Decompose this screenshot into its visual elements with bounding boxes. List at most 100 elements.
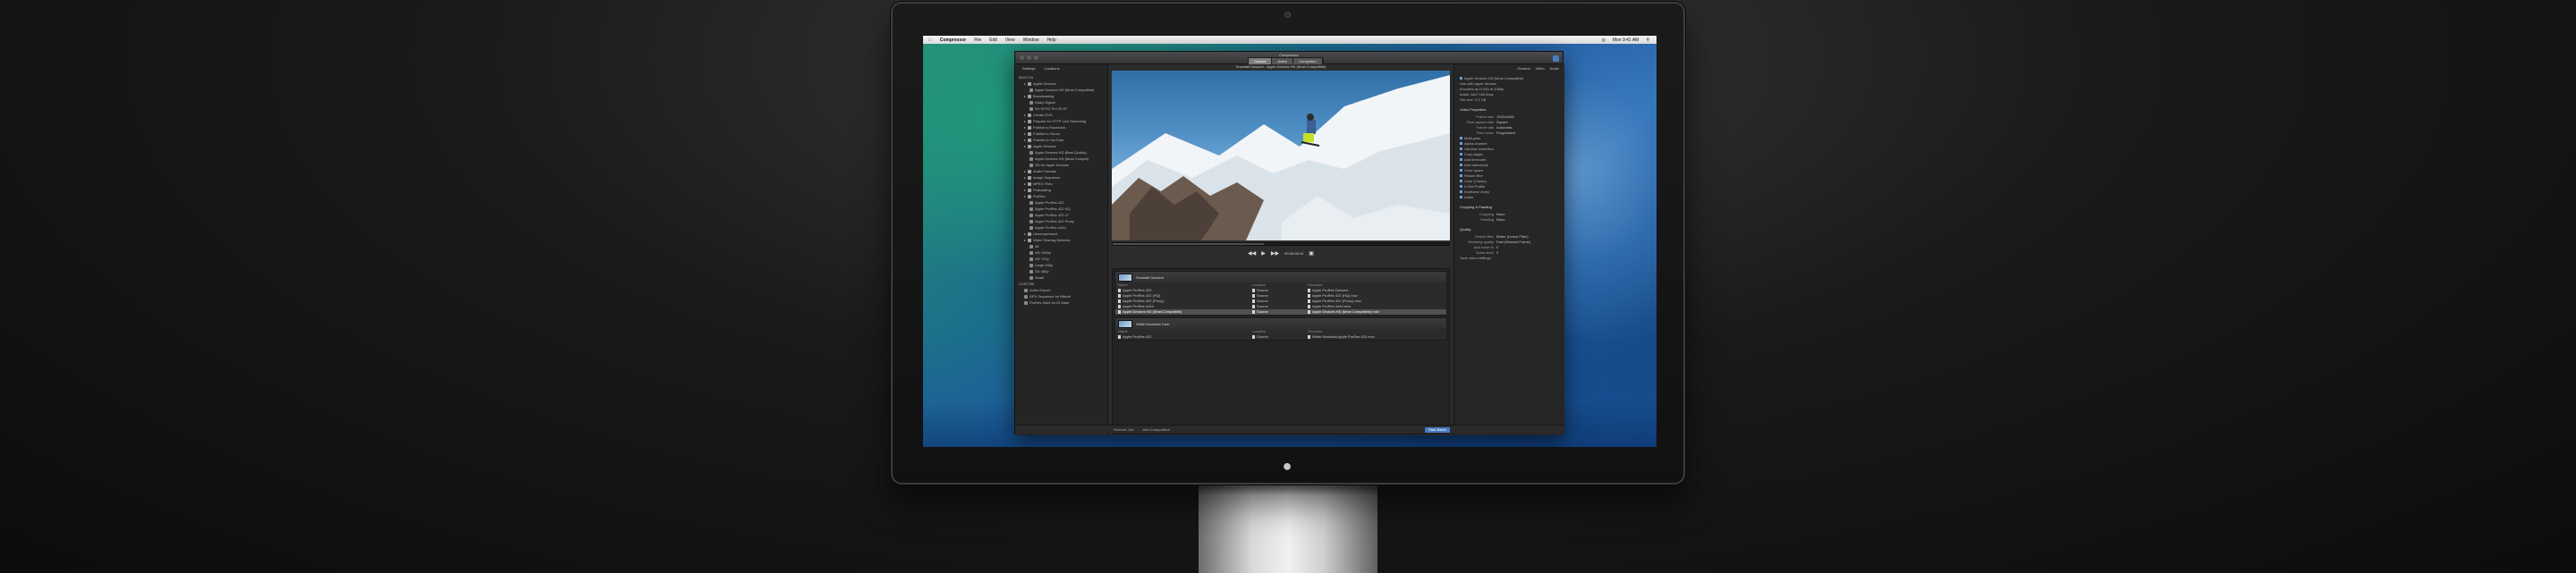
sidebar-setting[interactable]: DV NTSC Pro 29.97 bbox=[1019, 105, 1104, 112]
checkbox-icon[interactable] bbox=[1460, 157, 1462, 161]
rewind-icon[interactable]: ◀◀ bbox=[1248, 250, 1256, 257]
sidebar-folder[interactable]: Publish to Facebook bbox=[1019, 124, 1104, 131]
video-option[interactable]: Audio bbox=[1460, 194, 1559, 199]
disclosure-triangle-icon[interactable] bbox=[1024, 182, 1026, 185]
sidebar-folder[interactable]: Audio Formats bbox=[1019, 168, 1104, 174]
disclosure-triangle-icon[interactable] bbox=[1024, 95, 1026, 97]
checkbox-icon[interactable] bbox=[1460, 184, 1462, 188]
sidebar-folder[interactable]: Publish to YouTube bbox=[1019, 137, 1104, 143]
checkbox-icon[interactable] bbox=[1460, 173, 1462, 177]
sidebar-folder[interactable]: Apple Devices bbox=[1019, 80, 1104, 87]
sidebar-folder[interactable]: MPEG Files bbox=[1019, 181, 1104, 187]
mode-active[interactable]: Active bbox=[1272, 58, 1294, 64]
wifi-icon[interactable]: ◎ bbox=[1601, 38, 1605, 43]
property-value[interactable]: 0 bbox=[1496, 250, 1498, 255]
menu-help[interactable]: Help bbox=[1046, 38, 1055, 43]
disclosure-triangle-icon[interactable] bbox=[1024, 195, 1026, 198]
sidebar-folder[interactable]: Podcasting bbox=[1019, 187, 1104, 193]
tab-locations[interactable]: Locations bbox=[1044, 66, 1059, 71]
disclosure-triangle-icon[interactable] bbox=[1024, 132, 1026, 135]
property-value[interactable]: Progressive bbox=[1496, 131, 1515, 135]
property-value[interactable]: Square bbox=[1496, 120, 1508, 124]
menu-file[interactable]: File bbox=[974, 38, 981, 43]
disclosure-triangle-icon[interactable] bbox=[1024, 170, 1026, 173]
checkbox-icon[interactable] bbox=[1460, 147, 1462, 150]
mode-current[interactable]: Current bbox=[1249, 58, 1273, 64]
sidebar-setting[interactable]: Dolby Digital bbox=[1019, 99, 1104, 105]
tab-general[interactable]: General bbox=[1517, 66, 1530, 71]
disclosure-triangle-icon[interactable] bbox=[1024, 176, 1026, 179]
sidebar-setting[interactable]: Large 540p bbox=[1019, 262, 1104, 268]
tab-audio[interactable]: Audio bbox=[1550, 66, 1559, 71]
sidebar-setting[interactable]: Apple ProRes 422 bbox=[1019, 199, 1104, 206]
sidebar-folder[interactable]: Broadcasting bbox=[1019, 93, 1104, 99]
sidebar-setting[interactable]: Apple ProRes 422 Proxy bbox=[1019, 218, 1104, 224]
start-batch-button[interactable]: Start Batch bbox=[1425, 427, 1450, 433]
sidebar-group[interactable]: BUILT-IN bbox=[1019, 74, 1104, 80]
sidebar-setting[interactable]: Apple Devices HD (Most Compat) bbox=[1019, 156, 1104, 162]
property-value[interactable]: None bbox=[1496, 217, 1505, 222]
disclosure-triangle-icon[interactable] bbox=[1024, 120, 1026, 122]
sidebar-setting[interactable]: 4K bbox=[1019, 243, 1104, 249]
sidebar-setting[interactable]: HD 1080p bbox=[1019, 249, 1104, 256]
menu-edit[interactable]: Edit bbox=[989, 38, 997, 43]
property-value[interactable]: 0 bbox=[1496, 245, 1498, 249]
menu-window[interactable]: Window bbox=[1023, 38, 1039, 43]
checkbox-icon[interactable] bbox=[1460, 195, 1462, 198]
sidebar-setting[interactable]: Apple ProRes 422 LT bbox=[1019, 212, 1104, 218]
disclosure-triangle-icon[interactable] bbox=[1024, 189, 1026, 191]
property-value[interactable]: Automatic bbox=[1496, 125, 1513, 130]
sidebar-folder[interactable]: Publish to Vimeo bbox=[1019, 131, 1104, 137]
play-icon[interactable]: ▶ bbox=[1261, 250, 1266, 257]
sidebar-setting[interactable]: DPX Sequence for Mitsuh bbox=[1019, 293, 1104, 299]
forward-icon[interactable]: ▶▶ bbox=[1271, 250, 1279, 257]
disclosure-triangle-icon[interactable] bbox=[1024, 232, 1026, 235]
disclosure-triangle-icon[interactable] bbox=[1024, 239, 1026, 241]
sidebar-setting[interactable]: Small bbox=[1019, 274, 1104, 281]
property-value[interactable]: Better (Linear Filter) bbox=[1496, 234, 1529, 239]
sidebar-setting[interactable]: Apple ProRes 4444 bbox=[1019, 224, 1104, 231]
property-value[interactable]: 1920x1080 bbox=[1496, 114, 1514, 119]
sidebar-setting[interactable]: HD 720p bbox=[1019, 256, 1104, 262]
output-row[interactable]: Apple ProRes 422 Source White Mountain App… bbox=[1115, 334, 1446, 340]
checkbox-icon[interactable] bbox=[1460, 179, 1462, 182]
checkbox-icon[interactable] bbox=[1460, 152, 1462, 156]
property-value[interactable]: Fast (Nearest Frame) bbox=[1496, 240, 1530, 244]
save-settings-button[interactable]: Save video settings bbox=[1460, 255, 1559, 260]
disclosure-triangle-icon[interactable] bbox=[1024, 114, 1026, 116]
output-row[interactable]: Apple Devices HD (Most Compatible) Source… bbox=[1115, 309, 1446, 315]
sidebar-setting[interactable]: ProRes 4444 for DI Mast bbox=[1019, 299, 1104, 306]
tab-video[interactable]: Video bbox=[1536, 66, 1545, 71]
checkbox-icon[interactable] bbox=[1460, 163, 1462, 166]
disclosure-triangle-icon[interactable] bbox=[1024, 139, 1026, 141]
menu-view[interactable]: View bbox=[1005, 38, 1015, 43]
sidebar-setting[interactable]: Audio Export bbox=[1019, 287, 1104, 293]
remove-job-button[interactable]: Remove Job bbox=[1114, 427, 1133, 432]
sidebar-setting[interactable]: Apple ProRes 422 HQ bbox=[1019, 206, 1104, 212]
sidebar-folder[interactable]: Prepare for HTTP Live Streaming bbox=[1019, 118, 1104, 124]
sidebar-folder[interactable]: Image Sequence bbox=[1019, 174, 1104, 181]
property-value[interactable]: None bbox=[1496, 212, 1505, 216]
sidebar-setting[interactable]: Apple Devices HD (Best Quality) bbox=[1019, 149, 1104, 156]
timeline-scrubber[interactable] bbox=[1112, 242, 1450, 246]
checkbox-icon[interactable] bbox=[1460, 141, 1462, 145]
sidebar-folder[interactable]: Video Sharing Services bbox=[1019, 237, 1104, 243]
batch-job[interactable]: Snowfall Descent Name Location Filename Appl… bbox=[1114, 271, 1447, 316]
batch-job[interactable]: White Mountain Cam Name Location Filename Ap… bbox=[1114, 317, 1447, 341]
inspector-toggle-button[interactable] bbox=[1553, 55, 1559, 62]
sidebar-setting[interactable]: SD for Apple Devices bbox=[1019, 162, 1104, 168]
sidebar-folder[interactable]: Create DVD bbox=[1019, 112, 1104, 118]
disclosure-triangle-icon[interactable] bbox=[1024, 126, 1026, 129]
fullscreen-icon[interactable]: ▣ bbox=[1309, 250, 1314, 257]
add-composition-button[interactable]: Add Composition bbox=[1142, 427, 1169, 432]
disclosure-triangle-icon[interactable] bbox=[1024, 82, 1026, 85]
checkbox-icon[interactable] bbox=[1460, 190, 1462, 193]
sidebar-folder[interactable]: Uncompressed bbox=[1019, 231, 1104, 237]
apple-menu-icon[interactable]:  bbox=[928, 38, 932, 43]
disclosure-triangle-icon[interactable] bbox=[1024, 145, 1026, 147]
sidebar-setting[interactable]: SD 480p bbox=[1019, 268, 1104, 274]
sidebar-setting[interactable]: Apple Devices HD (Most Compatible) bbox=[1019, 87, 1104, 93]
checkbox-icon[interactable] bbox=[1460, 168, 1462, 172]
clock[interactable]: Mon 9:41 AM bbox=[1613, 38, 1639, 43]
mode-completed[interactable]: Completed bbox=[1293, 58, 1323, 64]
